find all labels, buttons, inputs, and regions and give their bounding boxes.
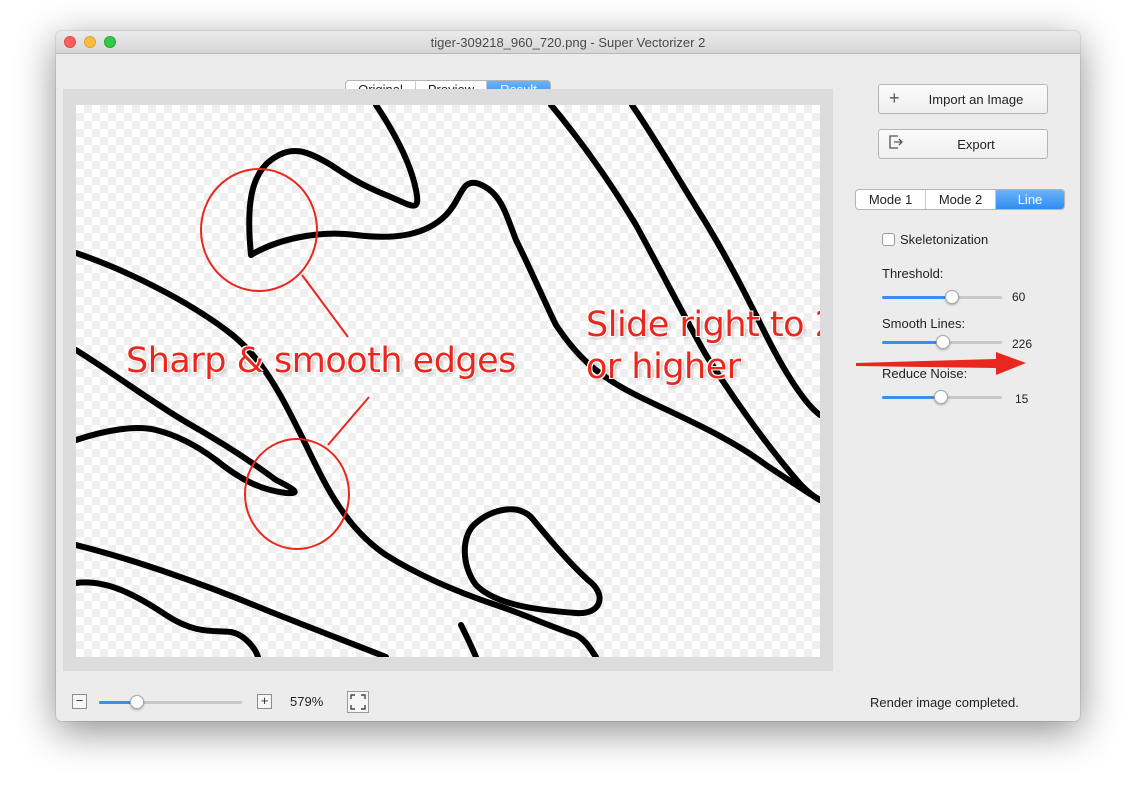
tab-line[interactable]: Line (996, 190, 1064, 209)
reduce-noise-slider[interactable] (882, 390, 1002, 404)
annotation-pointer-top (301, 274, 349, 338)
annotation-slide-note-line1: Slide right to 226 (586, 305, 820, 345)
smooth-lines-slider-knob[interactable] (936, 335, 950, 349)
smooth-lines-value: 226 (1012, 337, 1033, 351)
export-button[interactable]: Export (878, 129, 1048, 159)
mode-tabs: Mode 1 Mode 2 Line (855, 189, 1065, 210)
status-text: Render image completed. (870, 695, 1019, 710)
canvas-frame: Sharp & smooth edges Slide right to 226 … (63, 89, 833, 671)
zoom-slider-knob[interactable] (130, 695, 144, 709)
skeletonization-checkbox[interactable] (882, 233, 895, 246)
threshold-label: Threshold: (882, 266, 944, 281)
zoom-out-icon[interactable]: − (72, 694, 87, 709)
result-canvas[interactable]: Sharp & smooth edges Slide right to 226 … (76, 105, 820, 657)
title-bar: tiger-309218_960_720.png - Super Vectori… (56, 31, 1080, 54)
smooth-lines-label: Smooth Lines: (882, 316, 966, 331)
import-image-button[interactable]: + Import an Image (878, 84, 1048, 114)
annotation-edges-note: Sharp & smooth edges (126, 341, 516, 381)
annotation-pointer-bottom (327, 396, 370, 446)
status-bar: − + 579% Render image completed. (56, 681, 1080, 721)
tab-mode-2[interactable]: Mode 2 (926, 190, 996, 209)
zoom-value: 579% (290, 694, 324, 709)
import-image-label: Import an Image (928, 92, 1024, 107)
annotation-circle-top (200, 168, 318, 292)
tab-mode-1[interactable]: Mode 1 (856, 190, 926, 209)
reduce-noise-value: 15 (1015, 392, 1029, 406)
app-window: tiger-309218_960_720.png - Super Vectori… (56, 31, 1080, 721)
threshold-slider-knob[interactable] (945, 290, 959, 304)
window-title: tiger-309218_960_720.png - Super Vectori… (430, 35, 706, 50)
fit-screen-icon[interactable] (347, 691, 369, 713)
smooth-lines-slider[interactable] (882, 335, 1002, 349)
zoom-slider[interactable] (99, 695, 242, 709)
threshold-value: 60 (1012, 290, 1026, 304)
export-icon (889, 134, 905, 152)
threshold-slider[interactable] (882, 290, 1002, 304)
plus-icon: + (889, 88, 900, 108)
annotation-slide-note-line2: or higher (586, 347, 741, 387)
skeletonization-label: Skeletonization (900, 232, 989, 247)
reduce-noise-label: Reduce Noise: (882, 366, 968, 381)
zoom-in-icon[interactable]: + (257, 694, 272, 709)
export-label: Export (957, 137, 995, 152)
reduce-noise-slider-knob[interactable] (934, 390, 948, 404)
